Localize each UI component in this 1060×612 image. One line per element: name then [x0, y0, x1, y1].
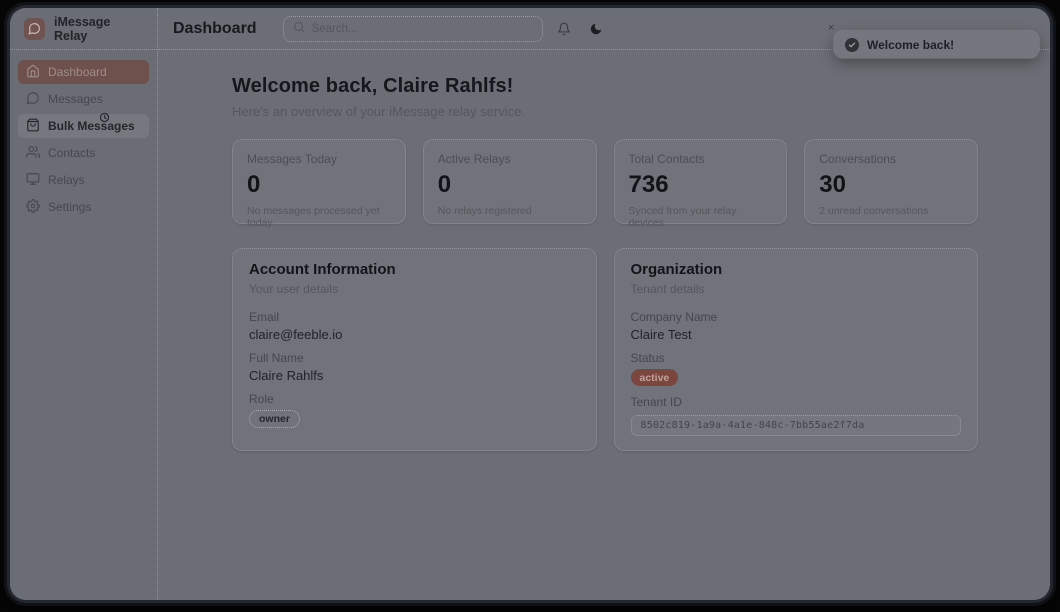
- busy-cursor-icon: [98, 111, 111, 129]
- sidebar-nav: Dashboard Messages Bulk Messages Contact…: [10, 50, 157, 222]
- sidebar-item-bulk-messages[interactable]: Bulk Messages: [18, 114, 149, 138]
- stat-value: 0: [438, 171, 582, 199]
- page-header-title: Dashboard: [173, 20, 257, 38]
- sidebar-item-messages[interactable]: Messages: [18, 87, 149, 111]
- tenant-id-field: Tenant ID 8502c819-1a9a-4a1e-848c-7bb55a…: [631, 395, 962, 436]
- message-circle-icon: [26, 91, 40, 108]
- stat-note: No messages processed yet today: [247, 205, 391, 229]
- field-label: Role: [249, 392, 580, 407]
- shopping-bag-icon: [26, 118, 40, 135]
- sidebar-item-label: Settings: [48, 200, 91, 214]
- stat-value: 736: [629, 171, 773, 199]
- gear-icon: [26, 199, 40, 216]
- role-field: Role owner: [249, 392, 580, 428]
- message-circle-icon: [24, 18, 45, 40]
- sidebar-item-dashboard[interactable]: Dashboard: [18, 60, 149, 84]
- field-label: Tenant ID: [631, 395, 962, 410]
- brand-name: iMessage Relay: [54, 15, 143, 43]
- check-circle-icon: [845, 38, 859, 52]
- field-value: Claire Rahlfs: [249, 368, 580, 383]
- detail-panels: Account Information Your user details Em…: [232, 248, 978, 451]
- status-badge: active: [631, 369, 679, 386]
- stat-value: 30: [819, 171, 963, 199]
- field-value: claire@feeble.io: [249, 327, 580, 342]
- tenant-id-value: 8502c819-1a9a-4a1e-848c-7bb55ae2f7da: [631, 415, 962, 436]
- sidebar-item-label: Relays: [48, 173, 85, 187]
- brand: iMessage Relay: [10, 8, 157, 50]
- stat-label: Active Relays: [438, 152, 582, 166]
- dashboard-content: Welcome back, Claire Rahlfs! Here's an o…: [158, 50, 1050, 600]
- users-icon: [26, 145, 40, 162]
- status-field: Status active: [631, 351, 962, 386]
- sidebar-item-label: Bulk Messages: [48, 119, 135, 133]
- company-name-field: Company Name Claire Test: [631, 310, 962, 342]
- toast-message: Welcome back!: [867, 38, 954, 52]
- sidebar-item-contacts[interactable]: Contacts: [18, 141, 149, 165]
- stat-note: 2 unread conversations: [819, 205, 963, 217]
- home-icon: [26, 64, 40, 81]
- account-information-card: Account Information Your user details Em…: [232, 248, 597, 451]
- search-box[interactable]: [283, 16, 543, 42]
- field-label: Status: [631, 351, 962, 366]
- app-window: iMessage Relay Dashboard Messages Bulk M…: [10, 8, 1050, 600]
- role-badge: owner: [249, 410, 300, 428]
- monitor-icon: [26, 172, 40, 189]
- sidebar-item-label: Contacts: [48, 146, 95, 160]
- email-field: Email claire@feeble.io: [249, 310, 580, 342]
- search-icon: [293, 20, 305, 38]
- stat-label: Messages Today: [247, 152, 391, 166]
- toast-notification[interactable]: × Welcome back!: [834, 31, 1039, 58]
- sidebar: iMessage Relay Dashboard Messages Bulk M…: [10, 8, 158, 600]
- stat-card-messages-today: Messages Today 0 No messages processed y…: [232, 139, 406, 224]
- field-label: Email: [249, 310, 580, 325]
- panel-title: Organization: [631, 261, 962, 278]
- page-subtitle: Here's an overview of your iMessage rela…: [232, 104, 978, 119]
- stat-note: No relays registered: [438, 205, 582, 217]
- search-input[interactable]: [312, 23, 533, 35]
- field-label: Company Name: [631, 310, 962, 325]
- panel-title: Account Information: [249, 261, 580, 278]
- organization-card: Organization Tenant details Company Name…: [614, 248, 979, 451]
- field-value: Claire Test: [631, 327, 962, 342]
- sidebar-item-label: Messages: [48, 92, 103, 106]
- panel-subtitle: Tenant details: [631, 282, 962, 296]
- bell-icon[interactable]: [551, 16, 577, 42]
- stat-note: Synced from your relay devices: [629, 205, 773, 229]
- main-area: Dashboard Welcome back, Claire Rahlfs! H…: [158, 8, 1050, 600]
- full-name-field: Full Name Claire Rahlfs: [249, 351, 580, 383]
- stat-label: Total Contacts: [629, 152, 773, 166]
- stat-card-active-relays: Active Relays 0 No relays registered: [423, 139, 597, 224]
- page-title: Welcome back, Claire Rahlfs!: [232, 75, 978, 98]
- stat-card-total-contacts: Total Contacts 736 Synced from your rela…: [614, 139, 788, 224]
- sidebar-item-label: Dashboard: [48, 65, 107, 79]
- sidebar-item-relays[interactable]: Relays: [18, 168, 149, 192]
- close-icon[interactable]: ×: [828, 23, 834, 34]
- stat-value: 0: [247, 171, 391, 199]
- field-label: Full Name: [249, 351, 580, 366]
- stats-grid: Messages Today 0 No messages processed y…: [232, 139, 978, 224]
- stat-card-conversations: Conversations 30 2 unread conversations: [804, 139, 978, 224]
- moon-icon[interactable]: [583, 16, 609, 42]
- stat-label: Conversations: [819, 152, 963, 166]
- sidebar-item-settings[interactable]: Settings: [18, 195, 149, 219]
- panel-subtitle: Your user details: [249, 282, 580, 296]
